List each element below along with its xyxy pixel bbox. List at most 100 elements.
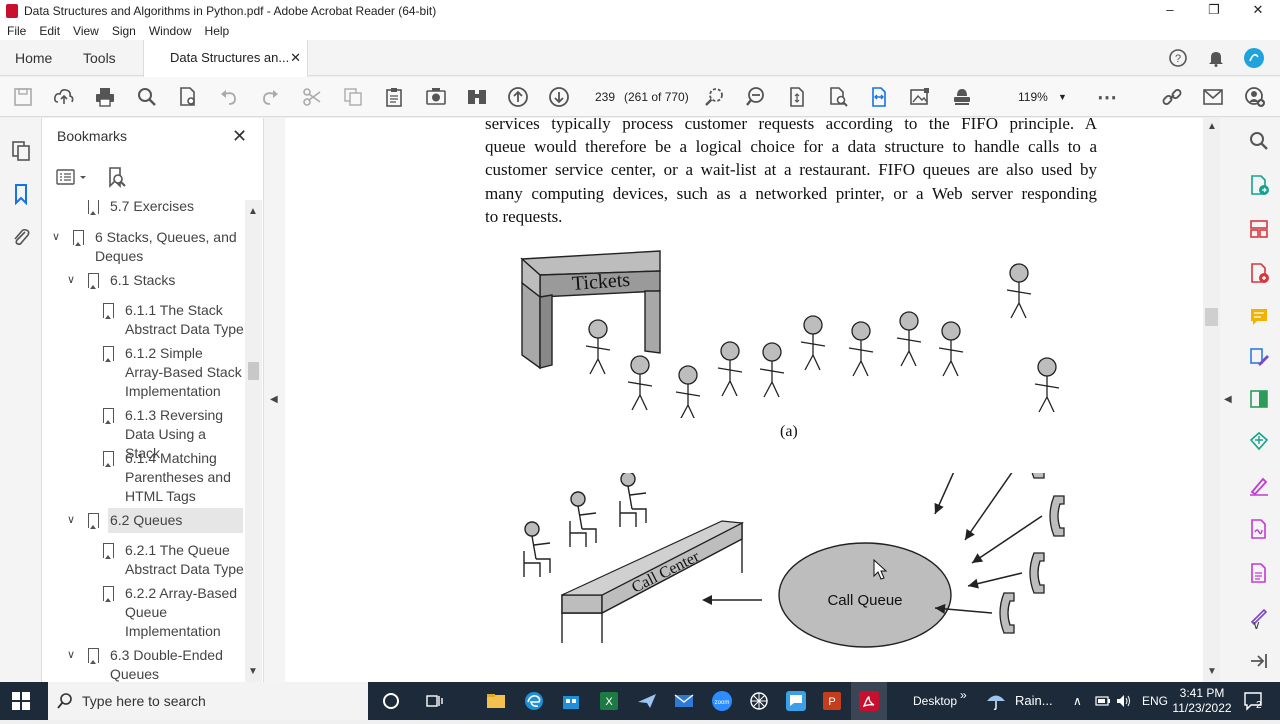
menu-window[interactable]: Window <box>149 24 192 38</box>
cut-icon[interactable] <box>300 85 324 109</box>
compress-pdf-icon[interactable] <box>1248 388 1270 410</box>
zoom-icon[interactable] <box>1248 130 1270 152</box>
desktop-toolbar-label[interactable]: Desktop <box>913 682 957 720</box>
export-pdf-icon[interactable] <box>1248 174 1270 196</box>
chevron-right-icon[interactable]: » <box>960 676 967 714</box>
bookmark-item-6-2-1[interactable]: 6.2.1 The Queue Abstract Data Type <box>42 541 244 581</box>
page-number-input[interactable]: 239 <box>592 85 618 109</box>
scroll-up-arrow-icon[interactable]: ▲ <box>248 206 258 217</box>
previous-page-icon[interactable] <box>506 85 530 109</box>
organize-pages-icon[interactable] <box>1248 218 1270 240</box>
powerpoint-icon[interactable]: P <box>821 690 843 712</box>
menu-file[interactable]: File <box>7 24 26 38</box>
bookmarks-close-button[interactable]: ✕ <box>232 126 247 147</box>
bookmark-item-6-2[interactable]: ∨ 6.2 Queues <box>42 508 244 533</box>
collapse-left-arrow-icon[interactable]: ◀ <box>270 394 278 405</box>
document-search-icon[interactable] <box>176 85 200 109</box>
upload-cloud-icon[interactable] <box>52 85 76 109</box>
bookmark-item-6-3[interactable]: ∨ 6.3 Double-Ended Queues <box>42 646 244 682</box>
zoom-app-icon[interactable]: zoom <box>711 690 733 712</box>
tab-home[interactable]: Home <box>15 40 52 76</box>
fit-width-icon[interactable] <box>867 85 891 109</box>
bookmarks-scroll-thumb[interactable] <box>248 362 259 380</box>
panel-collapse-strip[interactable]: ◀ <box>264 118 285 682</box>
page-thumbnails-icon[interactable] <box>10 140 32 162</box>
attachments-icon[interactable] <box>10 226 32 248</box>
battery-icon[interactable] <box>1095 694 1111 708</box>
chevron-down-icon[interactable]: ∨ <box>52 228 60 247</box>
collapse-right-pane-icon[interactable] <box>1248 650 1270 672</box>
marquee-zoom-icon[interactable] <box>702 85 726 109</box>
image-tool-icon[interactable] <box>908 85 932 109</box>
clipboard-icon[interactable] <box>382 85 406 109</box>
close-window-button[interactable]: ✕ <box>1238 0 1278 22</box>
share-file-icon[interactable] <box>1248 430 1270 452</box>
notification-bell-icon[interactable] <box>1206 48 1226 68</box>
copy-icon[interactable] <box>341 85 365 109</box>
edge-browser-icon[interactable] <box>523 690 545 712</box>
snapshot-camera-icon[interactable] <box>424 85 448 109</box>
mail-icon[interactable] <box>673 690 695 712</box>
scroll-down-arrow-icon[interactable]: ▼ <box>248 666 258 677</box>
share-link-icon[interactable] <box>1160 85 1184 109</box>
acrobat-taskbar-button[interactable] <box>851 682 887 720</box>
bookmarks-scrollbar[interactable]: ▲ ▼ <box>245 200 262 682</box>
show-hidden-icons-icon[interactable]: ∧ <box>1073 682 1082 720</box>
create-pdf-icon[interactable] <box>1248 262 1270 284</box>
weather-umbrella-icon[interactable] <box>985 690 1007 712</box>
help-icon[interactable]: ? <box>1168 48 1188 68</box>
network-app-icon[interactable] <box>748 690 770 712</box>
scroll-up-arrow-icon[interactable]: ▲ <box>1207 121 1217 132</box>
language-indicator[interactable]: ENG <box>1142 682 1168 720</box>
clock[interactable]: 3:41 PM 11/23/2022 <box>1172 686 1232 724</box>
bookmark-item-6-1-4[interactable]: 6.1.4 Matching Parentheses and HTML Tags <box>42 449 244 507</box>
bookmark-options-icon[interactable] <box>56 168 90 188</box>
read-mode-icon[interactable] <box>465 85 489 109</box>
tab-document[interactable]: Data Structures an... ✕ <box>143 40 308 77</box>
task-view-icon[interactable] <box>424 690 446 712</box>
file-explorer-icon[interactable] <box>485 690 507 712</box>
request-signature-icon[interactable] <box>1248 518 1270 540</box>
expand-tools-arrow-icon[interactable]: ◀ <box>1224 394 1232 405</box>
chevron-down-icon[interactable]: ∨ <box>67 646 75 665</box>
more-tools-doc-icon[interactable] <box>1248 562 1270 584</box>
undo-icon[interactable] <box>217 85 241 109</box>
next-page-icon[interactable] <box>547 85 571 109</box>
scroll-down-arrow-icon[interactable]: ▼ <box>1207 666 1217 677</box>
microsoft-store-icon[interactable] <box>560 690 582 712</box>
save-icon[interactable] <box>11 85 35 109</box>
restore-button[interactable]: ❐ <box>1194 0 1234 22</box>
bookmark-item-6-1-2[interactable]: 6.1.2 Simple Array-Based Stack Implement… <box>42 344 244 402</box>
stamp-icon[interactable] <box>950 85 974 109</box>
chevron-down-icon[interactable]: ∨ <box>67 511 75 530</box>
document-viewport[interactable]: services typically process customer requ… <box>285 118 1203 682</box>
menu-sign[interactable]: Sign <box>112 24 136 38</box>
fit-page-icon[interactable] <box>785 85 809 109</box>
document-scrollbar[interactable]: ▲ ▼ <box>1203 118 1220 682</box>
bookmark-item-6-1-1[interactable]: 6.1.1 The Stack Abstract Data Type <box>42 301 244 341</box>
print-icon[interactable] <box>93 85 117 109</box>
tab-close-button[interactable]: ✕ <box>290 40 301 76</box>
account-avatar-icon[interactable] <box>1244 48 1264 68</box>
bookmarks-icon[interactable] <box>10 183 32 205</box>
messenger-icon[interactable] <box>785 690 807 712</box>
windows-start-icon[interactable] <box>12 692 30 710</box>
fill-sign-icon[interactable] <box>1248 474 1270 496</box>
mail-flight-icon[interactable] <box>636 690 658 712</box>
more-tools-icon[interactable]: ⋯ <box>1095 85 1119 109</box>
excel-icon[interactable]: X <box>598 690 620 712</box>
chevron-down-icon[interactable]: ∨ <box>67 271 75 290</box>
bookmark-item-6-1[interactable]: ∨ 6.1 Stacks <box>42 271 244 291</box>
document-scroll-thumb[interactable] <box>1205 308 1218 326</box>
add-user-icon[interactable] <box>1243 85 1267 109</box>
edit-pdf-icon[interactable] <box>1248 346 1270 368</box>
chevron-down-icon[interactable]: ∨ <box>1252 618 1261 632</box>
taskbar-search-box[interactable]: Type here to search <box>48 682 368 720</box>
find-icon[interactable] <box>135 85 159 109</box>
menu-view[interactable]: View <box>73 24 99 38</box>
tab-tools[interactable]: Tools <box>83 40 116 76</box>
page-search-icon[interactable] <box>826 85 850 109</box>
bookmark-item-6[interactable]: ∨ 6 Stacks, Queues, and Deques <box>42 228 244 268</box>
zoom-level-select[interactable]: 119% ▼ <box>1008 85 1073 109</box>
find-bookmark-icon[interactable] <box>106 166 128 190</box>
